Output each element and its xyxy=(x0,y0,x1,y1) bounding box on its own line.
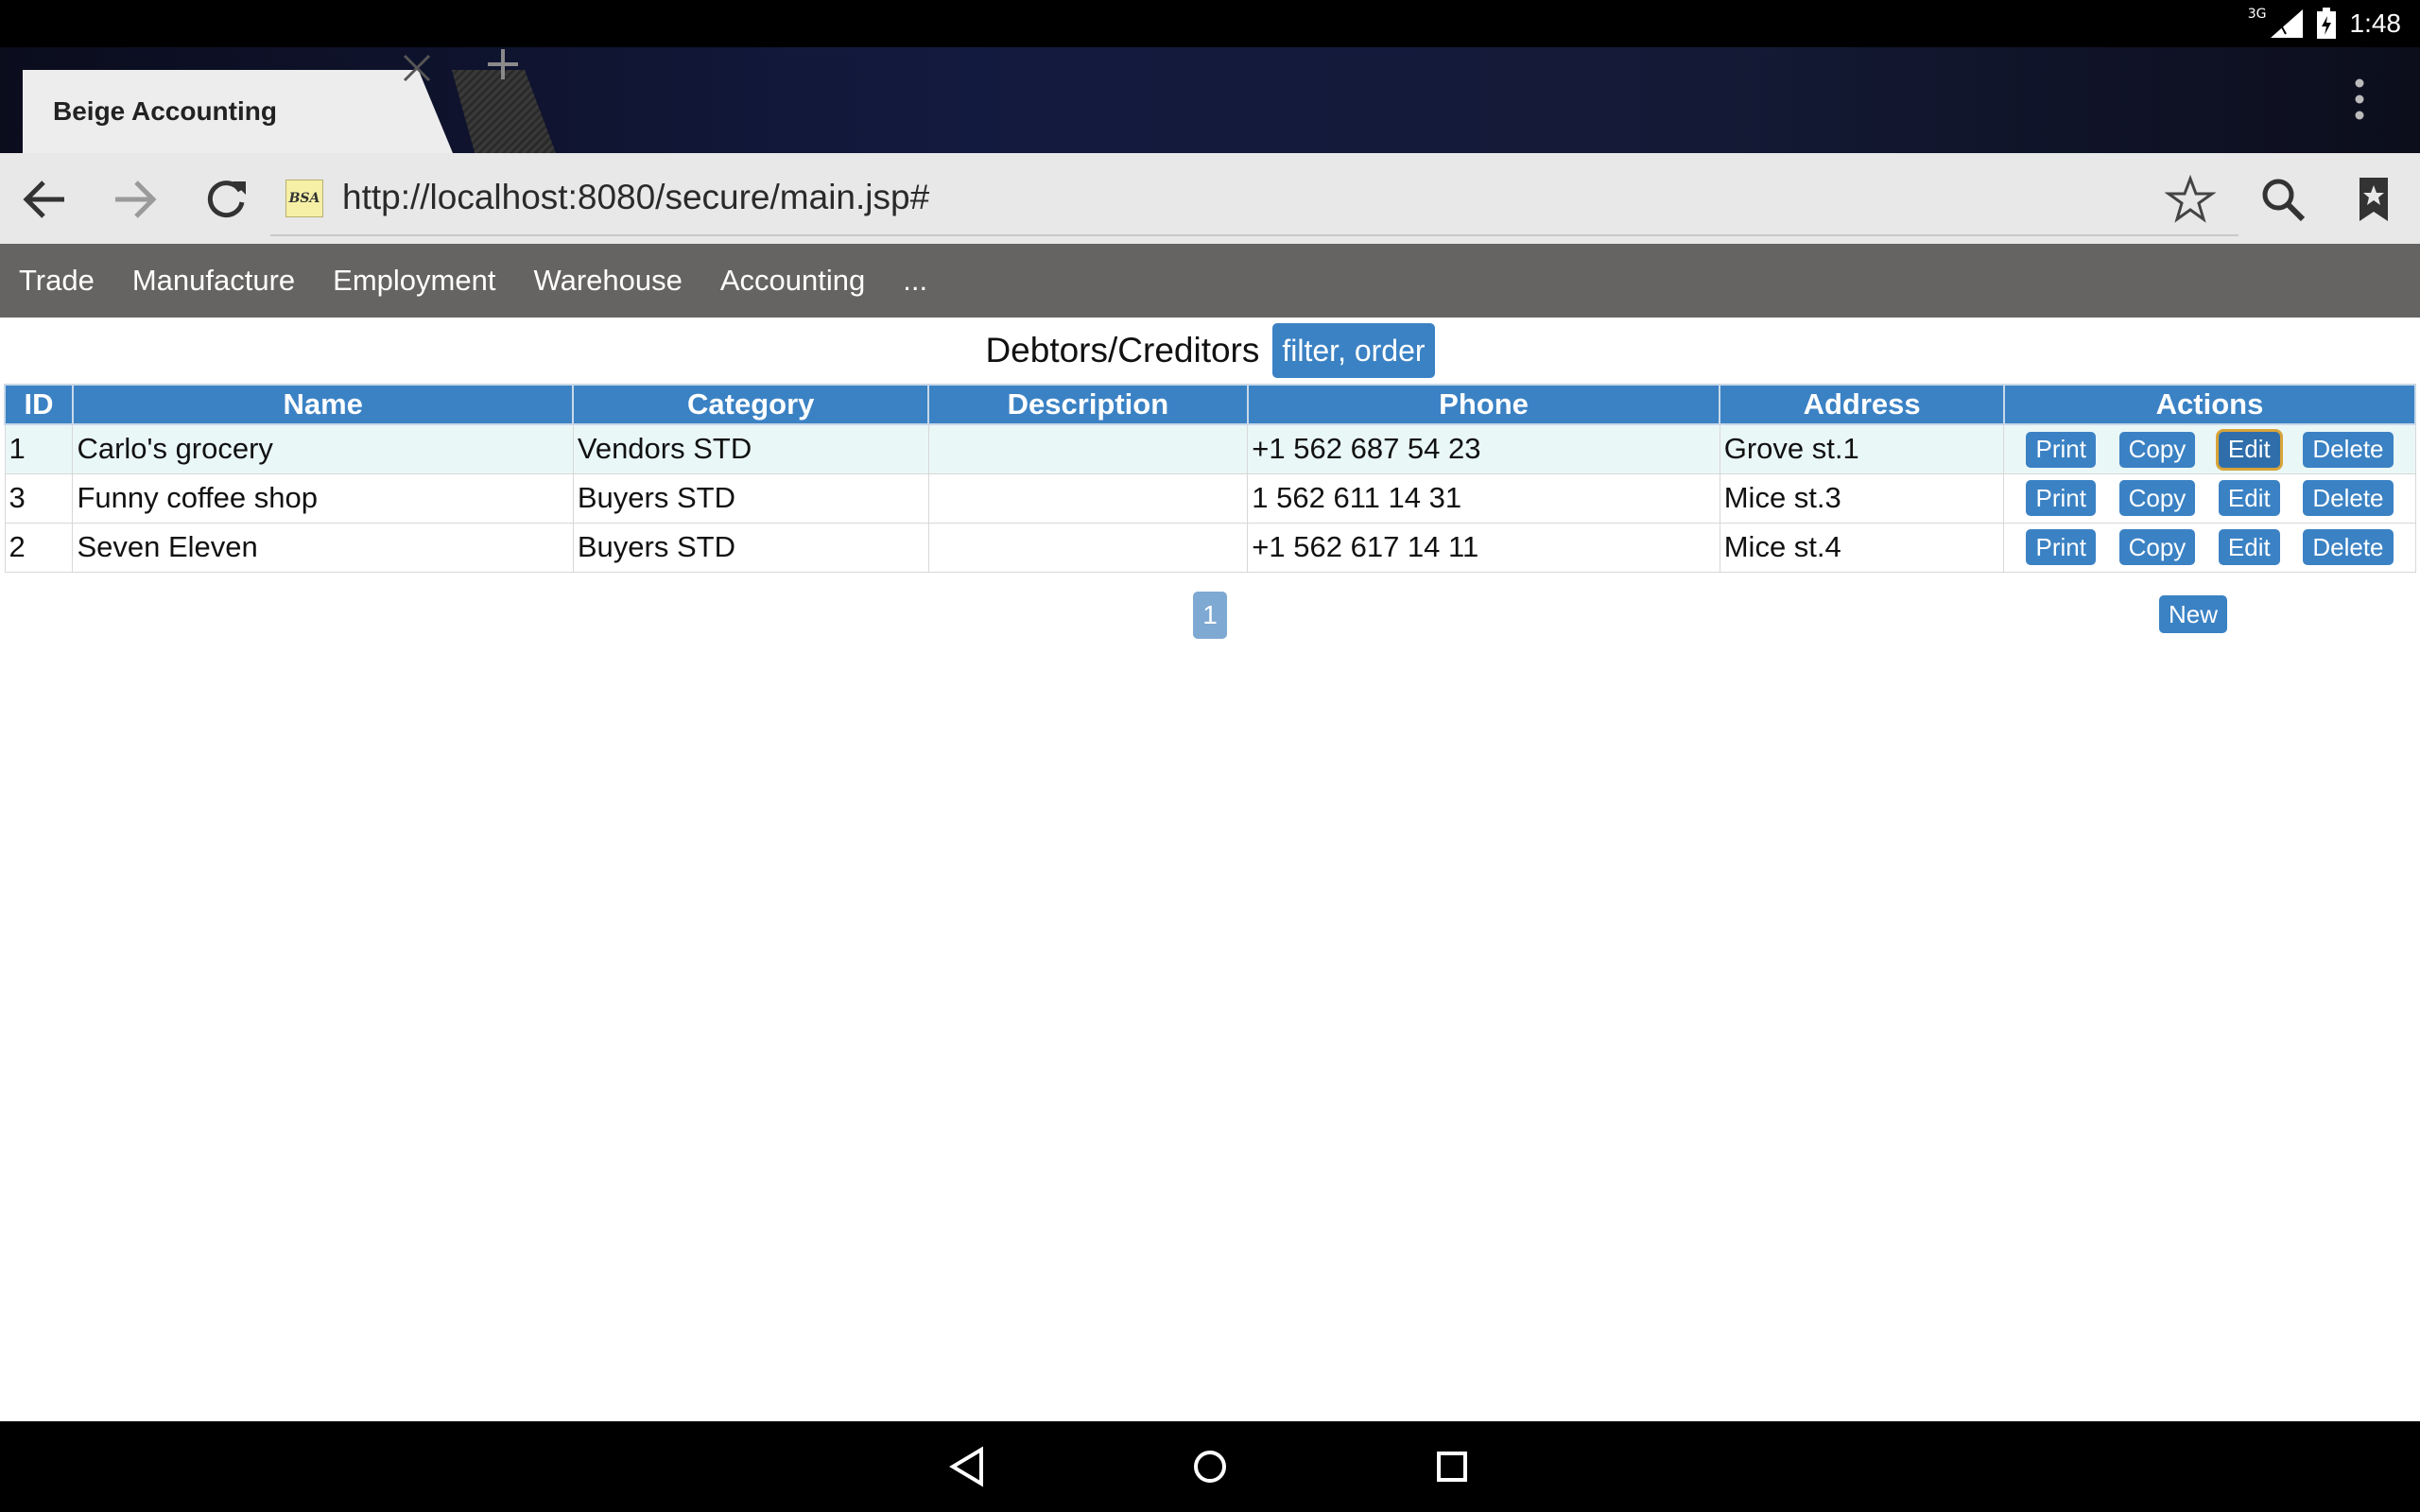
edit-button[interactable]: Edit xyxy=(2218,529,2280,566)
page-header: Debtors/Creditors filter, order xyxy=(0,321,2420,380)
menu-item-accounting[interactable]: Accounting xyxy=(720,264,865,298)
browser-tab-strip: Beige Accounting xyxy=(0,47,2420,153)
column-header-name[interactable]: Name xyxy=(71,384,575,425)
column-header-id[interactable]: ID xyxy=(4,384,74,425)
close-tab-icon[interactable] xyxy=(397,48,437,88)
url-underline xyxy=(270,234,2238,236)
print-button[interactable]: Print xyxy=(2026,431,2096,468)
cell-category: Buyers STD xyxy=(572,522,929,573)
status-icons: 3G 1:48 xyxy=(2248,0,2401,47)
table-row[interactable]: 3 Funny coffee shop Buyers STD 1 562 611… xyxy=(4,472,2416,524)
cell-description xyxy=(927,522,1249,573)
signal-icon xyxy=(2270,9,2303,38)
plus-icon[interactable] xyxy=(482,43,524,85)
status-bar: 3G 1:48 xyxy=(0,0,2420,47)
cell-category: Buyers STD xyxy=(572,472,929,524)
page-title: Debtors/Creditors xyxy=(985,331,1260,369)
table-row[interactable]: 1 Carlo's grocery Vendors STD +1 562 687… xyxy=(4,423,2416,474)
bookmarks-icon[interactable] xyxy=(2348,174,2399,225)
print-button[interactable]: Print xyxy=(2026,480,2096,517)
table-header-row: ID Name Category Description Phone Addre… xyxy=(4,384,2417,425)
debtors-creditors-table: ID Name Category Description Phone Addre… xyxy=(4,384,2417,573)
reload-icon[interactable] xyxy=(200,174,251,225)
network-type-label: 3G xyxy=(2247,7,2267,22)
cell-id: 3 xyxy=(4,472,74,524)
menu-item-employment[interactable]: Employment xyxy=(333,264,495,298)
clock: 1:48 xyxy=(2349,9,2402,38)
column-header-address[interactable]: Address xyxy=(1719,384,2005,425)
column-header-actions: Actions xyxy=(2002,384,2417,425)
system-nav-bar xyxy=(0,1421,2420,1512)
forward-arrow-icon[interactable] xyxy=(110,174,161,225)
home-circle-icon[interactable] xyxy=(1185,1442,1235,1491)
cell-phone: +1 562 617 14 11 xyxy=(1247,522,1720,573)
back-triangle-icon[interactable] xyxy=(943,1442,993,1491)
menu-item-warehouse[interactable]: Warehouse xyxy=(533,264,682,298)
star-icon[interactable] xyxy=(2165,174,2216,225)
cell-name: Carlo's grocery xyxy=(72,423,574,474)
cell-name: Funny coffee shop xyxy=(72,472,574,524)
url-field[interactable]: http://localhost:8080/secure/main.jsp# xyxy=(342,178,929,217)
back-arrow-icon[interactable] xyxy=(19,174,70,225)
menu-item-manufacture[interactable]: Manufacture xyxy=(132,264,295,298)
cell-description xyxy=(927,472,1249,524)
menu-item-trade[interactable]: Trade xyxy=(19,264,95,298)
browser-tab[interactable]: Beige Accounting xyxy=(23,70,453,153)
cell-address: Mice st.3 xyxy=(1719,472,2005,524)
cell-id: 1 xyxy=(4,423,74,474)
new-button[interactable]: New xyxy=(2159,595,2228,633)
site-menu-bar: Trade Manufacture Employment Warehouse A… xyxy=(0,244,2420,318)
cell-address: Mice st.4 xyxy=(1719,522,2005,573)
table-row[interactable]: 2 Seven Eleven Buyers STD +1 562 617 14 … xyxy=(4,522,2416,573)
cell-actions: Print Copy Edit Delete xyxy=(2003,472,2416,524)
cell-description xyxy=(927,423,1249,474)
cell-phone: +1 562 687 54 23 xyxy=(1247,423,1720,474)
menu-item-more[interactable]: ... xyxy=(903,264,927,298)
edit-button[interactable]: Edit xyxy=(2218,480,2280,517)
copy-button[interactable]: Copy xyxy=(2118,431,2196,468)
recents-square-icon[interactable] xyxy=(1427,1442,1477,1491)
cell-category: Vendors STD xyxy=(572,423,929,474)
column-header-phone[interactable]: Phone xyxy=(1246,384,1721,425)
battery-icon xyxy=(2316,8,2336,39)
cell-phone: 1 562 611 14 31 xyxy=(1247,472,1720,524)
cell-id: 2 xyxy=(4,522,74,573)
overflow-menu-icon[interactable] xyxy=(2341,76,2378,123)
delete-button[interactable]: Delete xyxy=(2303,480,2394,517)
copy-button[interactable]: Copy xyxy=(2118,480,2196,517)
print-button[interactable]: Print xyxy=(2026,529,2096,566)
search-icon[interactable] xyxy=(2257,174,2308,225)
cell-actions: Print Copy Edit Delete xyxy=(2003,522,2416,573)
address-toolbar: BSA http://localhost:8080/secure/main.js… xyxy=(0,153,2420,244)
delete-button[interactable]: Delete xyxy=(2303,431,2394,468)
cell-address: Grove st.1 xyxy=(1719,423,2005,474)
filter-order-button[interactable]: filter, order xyxy=(1272,323,1435,378)
pagination-page-1[interactable]: 1 xyxy=(1193,592,1227,639)
copy-button[interactable]: Copy xyxy=(2118,529,2196,566)
cell-name: Seven Eleven xyxy=(72,522,574,573)
cell-actions: Print Copy Edit Delete xyxy=(2003,423,2416,474)
column-header-category[interactable]: Category xyxy=(572,384,930,425)
edit-button[interactable]: Edit xyxy=(2218,431,2280,468)
delete-button[interactable]: Delete xyxy=(2303,529,2394,566)
tab-title: Beige Accounting xyxy=(53,96,277,126)
site-favicon: BSA xyxy=(285,180,323,217)
column-header-description[interactable]: Description xyxy=(927,384,1249,425)
